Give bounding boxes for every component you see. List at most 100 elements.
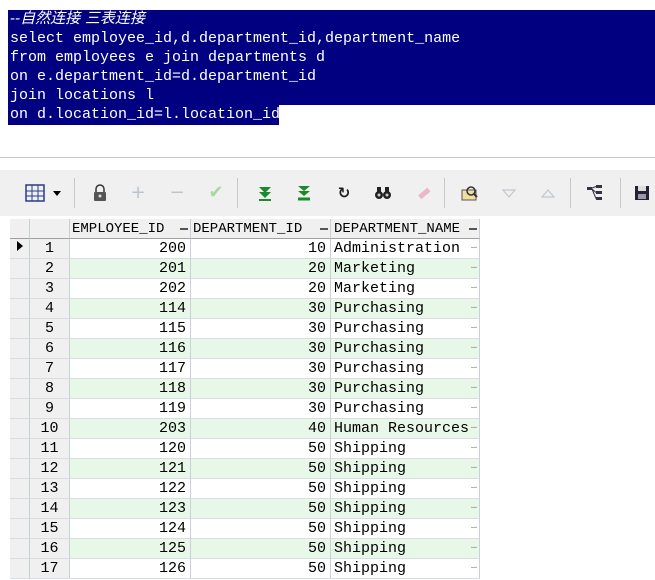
cell-ellipsis-icon[interactable]: … <box>471 399 477 417</box>
clear-icon[interactable] <box>410 180 436 206</box>
plus-icon[interactable]: + <box>125 180 151 206</box>
cell-department-name[interactable]: Shipping… <box>331 439 480 459</box>
cell-ellipsis-icon[interactable]: … <box>471 419 477 437</box>
cell-department-name[interactable]: Administration… <box>331 239 480 259</box>
table-row[interactable]: 6 116 30 Purchasing… <box>10 339 480 359</box>
cell-ellipsis-icon[interactable]: … <box>471 479 477 497</box>
row-number[interactable]: 7 <box>30 359 70 379</box>
cell-employee-id[interactable]: 123 <box>70 499 191 519</box>
cell-department-id[interactable]: 50 <box>191 519 331 539</box>
row-number[interactable]: 17 <box>30 559 70 579</box>
cell-employee-id[interactable]: 200 <box>70 239 191 259</box>
cell-department-id[interactable]: 20 <box>191 259 331 279</box>
row-indicator[interactable] <box>10 299 30 319</box>
row-number[interactable]: 3 <box>30 279 70 299</box>
table-row[interactable]: 5 115 30 Purchasing… <box>10 319 480 339</box>
table-row[interactable]: 7 117 30 Purchasing… <box>10 359 480 379</box>
refresh-icon[interactable]: ↻ <box>331 180 357 206</box>
cell-department-id[interactable]: 50 <box>191 439 331 459</box>
cell-employee-id[interactable]: 126 <box>70 559 191 579</box>
explain-icon[interactable] <box>582 180 608 206</box>
cell-department-id[interactable]: 30 <box>191 399 331 419</box>
row-indicator[interactable] <box>10 379 30 399</box>
cell-department-name[interactable]: Purchasing… <box>331 319 480 339</box>
table-row[interactable]: 3 202 20 Marketing… <box>10 279 480 299</box>
cell-employee-id[interactable]: 122 <box>70 479 191 499</box>
table-row[interactable]: 14 123 50 Shipping… <box>10 499 480 519</box>
cell-department-name[interactable]: Purchasing… <box>331 359 480 379</box>
cell-employee-id[interactable]: 117 <box>70 359 191 379</box>
query-by-example-icon[interactable] <box>457 180 483 206</box>
cell-department-id[interactable]: 30 <box>191 379 331 399</box>
cell-department-name[interactable]: Shipping… <box>331 479 480 499</box>
table-row[interactable]: 8 118 30 Purchasing… <box>10 379 480 399</box>
cell-department-id[interactable]: 50 <box>191 459 331 479</box>
column-header-department-name[interactable]: DEPARTMENT_NAME <box>331 219 480 239</box>
cell-department-id[interactable]: 50 <box>191 559 331 579</box>
row-number[interactable]: 6 <box>30 339 70 359</box>
table-row[interactable]: 9 119 30 Purchasing… <box>10 399 480 419</box>
row-indicator[interactable] <box>10 419 30 439</box>
grid-view-icon[interactable] <box>22 180 48 206</box>
cell-ellipsis-icon[interactable]: … <box>471 319 477 337</box>
cell-employee-id[interactable]: 201 <box>70 259 191 279</box>
table-row[interactable]: 10 203 40 Human Resources… <box>10 419 480 439</box>
row-number[interactable]: 10 <box>30 419 70 439</box>
row-number[interactable]: 15 <box>30 519 70 539</box>
check-icon[interactable]: ✔ <box>203 180 229 206</box>
cell-ellipsis-icon[interactable]: … <box>471 559 477 577</box>
cell-department-id[interactable]: 30 <box>191 299 331 319</box>
cell-ellipsis-icon[interactable]: … <box>471 299 477 317</box>
lock-icon[interactable] <box>87 180 113 206</box>
row-number[interactable]: 14 <box>30 499 70 519</box>
table-row[interactable]: 16 125 50 Shipping… <box>10 539 480 559</box>
cell-ellipsis-icon[interactable]: … <box>471 539 477 557</box>
cell-department-id[interactable]: 40 <box>191 419 331 439</box>
cell-department-name[interactable]: Purchasing… <box>331 399 480 419</box>
cell-ellipsis-icon[interactable]: … <box>471 339 477 357</box>
row-indicator[interactable] <box>10 239 30 259</box>
column-header-department-id[interactable]: DEPARTMENT_ID <box>191 219 331 239</box>
fetch-last-icon[interactable] <box>291 180 317 206</box>
table-row[interactable]: 13 122 50 Shipping… <box>10 479 480 499</box>
cell-department-id[interactable]: 30 <box>191 359 331 379</box>
cell-employee-id[interactable]: 202 <box>70 279 191 299</box>
cell-department-name[interactable]: Shipping… <box>331 459 480 479</box>
table-row[interactable]: 12 121 50 Shipping… <box>10 459 480 479</box>
cell-department-id[interactable]: 30 <box>191 339 331 359</box>
cell-employee-id[interactable]: 124 <box>70 519 191 539</box>
cell-ellipsis-icon[interactable]: … <box>471 359 477 377</box>
cell-ellipsis-icon[interactable]: … <box>471 519 477 537</box>
cell-department-id[interactable]: 50 <box>191 499 331 519</box>
row-indicator[interactable] <box>10 439 30 459</box>
cell-department-name[interactable]: Purchasing… <box>331 379 480 399</box>
row-indicator[interactable] <box>10 499 30 519</box>
sql-editor[interactable]: --自然连接 三表连接 select employee_id,d.departm… <box>0 0 655 158</box>
cell-department-name[interactable]: Shipping… <box>331 559 480 579</box>
table-row[interactable]: 2 201 20 Marketing… <box>10 259 480 279</box>
row-number[interactable]: 12 <box>30 459 70 479</box>
cell-ellipsis-icon[interactable]: … <box>471 239 477 257</box>
cell-department-name[interactable]: Purchasing… <box>331 299 480 319</box>
fetch-next-icon[interactable] <box>252 180 278 206</box>
cell-employee-id[interactable]: 125 <box>70 539 191 559</box>
save-icon[interactable] <box>632 180 652 206</box>
row-number[interactable]: 11 <box>30 439 70 459</box>
row-indicator[interactable] <box>10 319 30 339</box>
row-number[interactable]: 5 <box>30 319 70 339</box>
cell-department-name[interactable]: Shipping… <box>331 539 480 559</box>
cell-employee-id[interactable]: 116 <box>70 339 191 359</box>
cell-department-id[interactable]: 10 <box>191 239 331 259</box>
cell-department-name[interactable]: Shipping… <box>331 519 480 539</box>
row-number[interactable]: 2 <box>30 259 70 279</box>
cell-employee-id[interactable]: 114 <box>70 299 191 319</box>
table-row[interactable]: 15 124 50 Shipping… <box>10 519 480 539</box>
cell-employee-id[interactable]: 120 <box>70 439 191 459</box>
cell-employee-id[interactable]: 119 <box>70 399 191 419</box>
cell-department-id[interactable]: 50 <box>191 479 331 499</box>
row-indicator[interactable] <box>10 459 30 479</box>
filter-up-icon[interactable] <box>535 180 561 206</box>
row-indicator[interactable] <box>10 479 30 499</box>
dropdown-arrow-icon[interactable] <box>50 180 64 206</box>
table-row[interactable]: 4 114 30 Purchasing… <box>10 299 480 319</box>
